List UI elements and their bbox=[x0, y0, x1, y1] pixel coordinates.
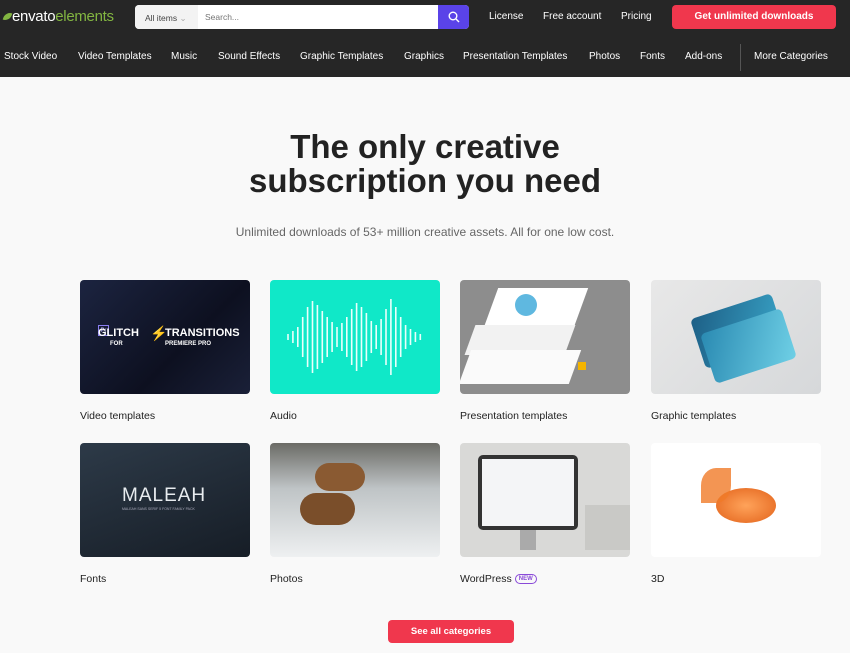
thumb-premiere: PREMIERE PRO bbox=[165, 341, 212, 347]
search-button[interactable] bbox=[438, 5, 469, 29]
logo-subtext: elements bbox=[55, 8, 114, 25]
category-label: 3D bbox=[651, 573, 665, 585]
slide bbox=[460, 350, 582, 384]
tablet-screen bbox=[482, 459, 574, 526]
box bbox=[585, 505, 630, 550]
nav-sound-effects[interactable]: Sound Effects bbox=[218, 51, 280, 62]
title-line-1: The only creative bbox=[290, 128, 560, 165]
category-card-audio[interactable]: Audio bbox=[270, 280, 440, 422]
nav-presentation-templates[interactable]: Presentation Templates bbox=[463, 51, 567, 62]
category-card-presentation-templates[interactable]: Presentation templates bbox=[460, 280, 630, 422]
search-input[interactable] bbox=[198, 5, 438, 29]
3d-thumbnail bbox=[651, 443, 821, 557]
nav-music[interactable]: Music bbox=[171, 51, 197, 62]
thumb-maleah-sub: MALEAH SANS SERIF 5 FONT FAMILY PACK bbox=[122, 507, 195, 511]
nav-graphic-templates[interactable]: Graphic Templates bbox=[300, 51, 383, 62]
fonts-thumbnail: MALEAH MALEAH SANS SERIF 5 FONT FAMILY P… bbox=[80, 443, 250, 557]
audio-thumbnail bbox=[270, 280, 440, 394]
category-label: Graphic templates bbox=[651, 410, 737, 422]
category-card-photos[interactable]: Photos bbox=[270, 443, 440, 585]
title-line-2: subscription you need bbox=[248, 162, 602, 199]
category-label: Audio bbox=[270, 410, 297, 422]
category-card-fonts[interactable]: MALEAH MALEAH SANS SERIF 5 FONT FAMILY P… bbox=[80, 443, 250, 585]
search-icon bbox=[448, 11, 459, 23]
nav-graphics[interactable]: Graphics bbox=[404, 51, 444, 62]
wordpress-thumbnail bbox=[460, 443, 630, 557]
nav-fonts[interactable]: Fonts bbox=[640, 51, 665, 62]
nav-video-templates[interactable]: Video Templates bbox=[78, 51, 152, 62]
photos-thumbnail bbox=[270, 443, 440, 557]
waveform-icon bbox=[287, 299, 422, 375]
category-card-graphic-templates[interactable]: Graphic templates bbox=[651, 280, 821, 422]
category-label: WordPress NEW bbox=[460, 573, 630, 585]
nav-photos[interactable]: Photos bbox=[589, 51, 620, 62]
nav-more-categories[interactable]: More Categories bbox=[754, 51, 828, 62]
video-templates-thumbnail: Pr GLITCH ⚡ TRANSITIONS FOR PREMIERE PRO bbox=[80, 280, 250, 394]
search-category-label: All items bbox=[145, 13, 178, 23]
category-label: Video templates bbox=[80, 410, 156, 422]
category-card-3d[interactable]: 3D bbox=[651, 443, 821, 585]
google-slides-icon bbox=[578, 362, 586, 370]
tablet-stand bbox=[520, 530, 536, 550]
get-unlimited-downloads-button[interactable]: Get unlimited downloads bbox=[672, 5, 836, 29]
thumb-glitch: GLITCH bbox=[98, 327, 139, 339]
thumb-transitions: TRANSITIONS bbox=[165, 327, 240, 339]
goldfish-fin bbox=[701, 468, 731, 503]
graphic-templates-thumbnail bbox=[651, 280, 821, 394]
see-all-categories-button[interactable]: See all categories bbox=[388, 620, 514, 643]
thumb-for: FOR bbox=[110, 341, 123, 347]
header: envatoelements All items ⌄ License Free … bbox=[0, 0, 850, 77]
nav-divider bbox=[740, 44, 741, 71]
new-badge: NEW bbox=[514, 574, 537, 585]
category-card-video-templates[interactable]: Pr GLITCH ⚡ TRANSITIONS FOR PREMIERE PRO Vid… bbox=[80, 280, 250, 422]
bear bbox=[315, 463, 365, 491]
search-bar: All items ⌄ bbox=[135, 5, 469, 29]
chevron-down-icon: ⌄ bbox=[179, 13, 187, 23]
category-card-wordpress[interactable]: WordPress NEW bbox=[460, 443, 630, 585]
free-account-link[interactable]: Free account bbox=[543, 11, 601, 22]
wordpress-label: WordPress bbox=[460, 573, 512, 585]
search-category-select[interactable]: All items ⌄ bbox=[135, 5, 198, 29]
pricing-link[interactable]: Pricing bbox=[621, 11, 652, 22]
tablet bbox=[478, 455, 578, 530]
category-label: Fonts bbox=[80, 573, 107, 585]
category-label: Presentation templates bbox=[460, 410, 568, 422]
presentation-thumbnail bbox=[460, 280, 630, 394]
slide-circle bbox=[515, 294, 537, 316]
leaf-icon bbox=[2, 11, 13, 22]
category-label: Photos bbox=[270, 573, 303, 585]
bear bbox=[300, 493, 355, 525]
license-link[interactable]: License bbox=[489, 11, 523, 22]
page-title: The only creative subscription you need bbox=[0, 130, 850, 198]
logo-text: envato bbox=[12, 8, 56, 25]
subtitle: Unlimited downloads of 53+ million creat… bbox=[235, 225, 615, 239]
nav-add-ons[interactable]: Add-ons bbox=[685, 51, 722, 62]
nav-stock-video[interactable]: Stock Video bbox=[4, 51, 57, 62]
thumb-maleah: MALEAH bbox=[122, 485, 207, 506]
envato-logo[interactable]: envatoelements bbox=[2, 8, 114, 25]
